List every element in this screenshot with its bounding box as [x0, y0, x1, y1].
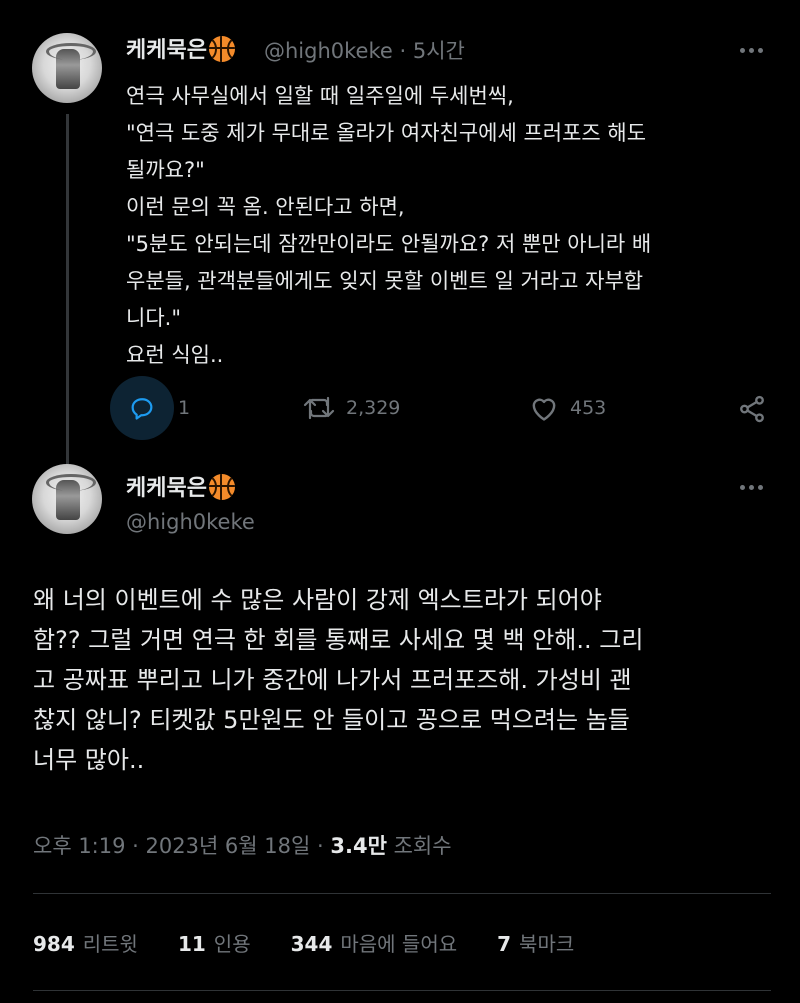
tweet1-line: 니다." [126, 306, 181, 330]
divider [33, 990, 771, 991]
tweet1-handle[interactable]: @high0keke [264, 39, 393, 63]
avatar[interactable] [32, 464, 102, 534]
like-button[interactable]: 453 [528, 394, 606, 422]
tweet1-line: 될까요?" [126, 158, 205, 182]
tweet2-line: 함?? 그럴 거면 연극 한 회를 통째로 사세요 몇 백 안해.. 그리 [33, 626, 644, 654]
tweet1-time[interactable]: 5시간 [413, 39, 465, 63]
retweet-button[interactable]: 2,329 [302, 394, 400, 422]
tweet2-display-name[interactable]: 케케묵은 [126, 470, 235, 502]
views-count: 3.4만 [330, 834, 387, 858]
separator-dot: · [399, 39, 407, 63]
tweet1-line: 요런 식임.. [126, 343, 224, 367]
likes-stat[interactable]: 344 마음에 들어요 [291, 928, 458, 957]
tweet1-line: 이런 문의 꼭 옴. 안된다고 하면, [126, 195, 405, 219]
reply-button[interactable]: 1 [110, 376, 190, 440]
tweet1-line: 우분들, 관객분들에게도 잊지 못할 이벤트 일 거라고 자부합 [126, 269, 644, 293]
tweet2-handle[interactable]: @high0keke [126, 510, 255, 534]
tweet1-text: 연극 사무실에서 일할 때 일주일에 두세번씩, "연극 도중 제가 무대로 올… [126, 78, 786, 374]
tweet2-line: 왜 너의 이벤트에 수 많은 사람이 강제 엑스트라가 되어야 [33, 586, 602, 614]
more-icon[interactable] [740, 485, 763, 490]
reply-icon[interactable] [110, 376, 174, 440]
tweet1-line: "연극 도중 제가 무대로 올라가 여자친구에세 프러포즈 해도 [126, 121, 647, 145]
tweet2-stats: 984 리트윗 11 인용 344 마음에 들어요 7 북마크 [33, 928, 574, 957]
retweets-stat[interactable]: 984 리트윗 [33, 928, 138, 957]
tweet1-line: 연극 사무실에서 일할 때 일주일에 두세번씩, [126, 84, 514, 108]
tweet1-line: "5분도 안되는데 잠깐만이라도 안될까요? 저 뿐만 아니라 배 [126, 232, 652, 256]
tweet2-timestamp[interactable]: 오후 1:19 · 2023년 6월 18일 · [33, 834, 330, 858]
like-icon[interactable] [528, 394, 560, 422]
share-button[interactable] [736, 394, 768, 424]
basketball-emoji-icon [208, 36, 235, 62]
reply-count: 1 [178, 397, 191, 419]
avatar[interactable] [32, 33, 102, 103]
tweet-thread: 케케묵은 @high0keke · 5시간 연극 사무실에서 일할 때 일주일에… [0, 0, 800, 1003]
tweet1-display-name[interactable]: 케케묵은 [126, 32, 235, 64]
thread-connector-line [66, 114, 69, 464]
retweet-count: 2,329 [346, 397, 401, 419]
tweet2-line: 찮지 않니? 티켓값 5만원도 안 들이고 꽁으로 먹으려는 놈들 [33, 706, 630, 734]
more-icon[interactable] [740, 48, 763, 53]
divider [33, 893, 771, 894]
retweet-icon[interactable] [302, 394, 336, 422]
share-icon[interactable] [736, 394, 768, 424]
basketball-emoji-icon [208, 474, 235, 500]
tweet2-line: 고 공짜표 뿌리고 니가 중간에 나가서 프러포즈해. 가성비 괜 [33, 666, 632, 694]
tweet2-timestamp-row: 오후 1:19 · 2023년 6월 18일 · 3.4만 조회수 [33, 830, 452, 860]
bookmarks-stat[interactable]: 7 북마크 [497, 928, 574, 957]
quotes-stat[interactable]: 11 인용 [178, 928, 251, 957]
tweet1-meta: @high0keke · 5시간 [264, 35, 465, 65]
like-count: 453 [570, 397, 607, 419]
views-label: 조회수 [393, 834, 452, 858]
tweet2-line: 너무 많아.. [33, 746, 145, 774]
tweet2-text: 왜 너의 이벤트에 수 많은 사람이 강제 엑스트라가 되어야 함?? 그럴 거… [33, 580, 773, 780]
